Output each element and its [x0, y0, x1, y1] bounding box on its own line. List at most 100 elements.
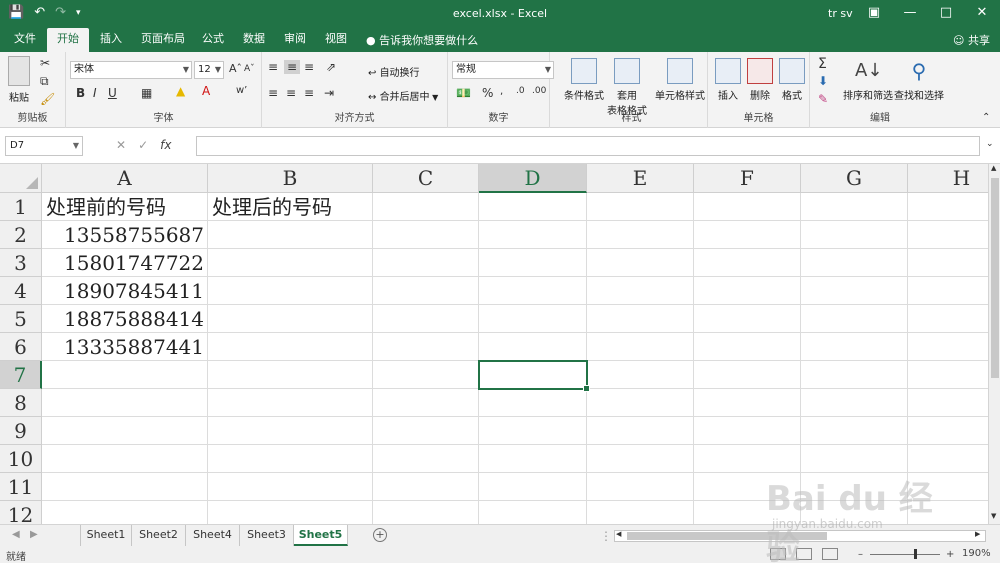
column-header-h[interactable]: H — [908, 164, 988, 193]
align-bottom-icon[interactable]: ≡ — [304, 60, 314, 74]
font-name-select[interactable]: 宋体 ▼ — [70, 61, 192, 79]
tab-review[interactable]: 审阅 — [274, 28, 316, 52]
row-header-11[interactable]: 11 — [0, 473, 42, 501]
column-header-f[interactable]: F — [694, 164, 801, 193]
row-header-6[interactable]: 6 — [0, 333, 42, 361]
close-icon[interactable]: ✕ — [964, 0, 1000, 28]
column-header-c[interactable]: C — [373, 164, 479, 193]
format-cells-button[interactable]: 格式 — [776, 58, 808, 102]
next-sheet-icon[interactable]: ▶ — [30, 529, 38, 540]
sheet-tab-sheet5[interactable]: Sheet5 — [294, 525, 348, 546]
align-right-icon[interactable]: ≡ — [304, 86, 314, 100]
tell-me-search[interactable]: ● 告诉我你想要做什么 — [366, 32, 478, 48]
format-painter-icon[interactable]: 🖌 — [40, 92, 55, 106]
name-box[interactable]: D7 ▼ — [5, 136, 83, 156]
row-header-2[interactable]: 2 — [0, 221, 42, 249]
select-all-corner[interactable] — [0, 164, 42, 193]
cell-b1[interactable]: 处理后的号码 — [212, 193, 372, 221]
expand-formula-bar-icon[interactable]: ⌄ — [986, 139, 994, 149]
comma-style-icon[interactable]: , — [500, 86, 503, 97]
ribbon-display-options-icon[interactable]: ▣ — [856, 0, 892, 28]
font-color-icon[interactable]: A — [202, 84, 210, 98]
minimize-icon[interactable]: — — [892, 0, 928, 28]
align-center-icon[interactable]: ≡ — [286, 86, 296, 100]
row-header-8[interactable]: 8 — [0, 389, 42, 417]
font-size-select[interactable]: 12 ▼ — [194, 61, 224, 79]
fill-icon[interactable]: ⬇ — [818, 74, 828, 88]
merge-center-button[interactable]: ↔ 合并后居中 ▼ — [368, 88, 438, 103]
zoom-level[interactable]: 190% — [962, 548, 991, 559]
delete-cells-button[interactable]: 删除 — [744, 58, 776, 102]
cell-a3[interactable]: 15801747722 — [44, 249, 204, 277]
column-header-b[interactable]: B — [208, 164, 373, 193]
align-middle-icon[interactable]: ≡ — [284, 60, 300, 74]
row-header-9[interactable]: 9 — [0, 417, 42, 445]
scroll-up-icon[interactable]: ▲ — [991, 164, 996, 172]
autosum-icon[interactable]: Σ — [818, 56, 827, 72]
fill-color-icon[interactable]: ▲ — [176, 84, 185, 98]
indent-icon[interactable]: ⇥ — [324, 86, 334, 100]
maximize-icon[interactable]: □ — [928, 0, 964, 28]
tab-insert[interactable]: 插入 — [90, 28, 132, 52]
italic-icon[interactable]: I — [93, 86, 97, 100]
sheet-tab-sheet1[interactable]: Sheet1 — [80, 525, 132, 546]
column-header-d[interactable]: D — [479, 164, 587, 193]
cancel-icon[interactable]: ✕ — [116, 138, 126, 156]
collapse-ribbon-icon[interactable]: ⌃ — [982, 112, 990, 123]
clear-icon[interactable]: ✎ — [818, 92, 828, 106]
tab-split-handle-icon[interactable]: ⋮ — [600, 529, 612, 543]
paste-button[interactable]: 粘贴 — [4, 56, 34, 104]
sheet-tab-sheet3[interactable]: Sheet3 — [240, 525, 294, 546]
insert-cells-button[interactable]: 插入 — [712, 58, 744, 102]
tab-page-layout[interactable]: 页面布局 — [131, 28, 195, 52]
share-button[interactable]: ☺ 共享 — [953, 32, 990, 48]
scroll-down-icon[interactable]: ▼ — [991, 512, 996, 520]
column-header-a[interactable]: A — [42, 164, 208, 193]
row-header-5[interactable]: 5 — [0, 305, 42, 333]
active-cell-d7[interactable] — [478, 360, 590, 392]
cell-a6[interactable]: 13335887441 — [44, 333, 204, 361]
tab-home[interactable]: 开始 — [47, 28, 89, 53]
row-header-7[interactable]: 7 — [0, 361, 42, 389]
cell-a4[interactable]: 18907845411 — [44, 277, 204, 305]
borders-icon[interactable]: ▦ — [141, 86, 152, 100]
decrease-decimal-icon[interactable]: .00 — [532, 86, 546, 96]
copy-icon[interactable]: ⧉ — [40, 74, 49, 89]
add-sheet-icon[interactable]: + — [373, 528, 387, 542]
tab-file[interactable]: 文件 — [4, 28, 46, 52]
vertical-scrollbar[interactable]: ▲ ▼ — [988, 164, 1000, 524]
find-select-button[interactable]: ⚲ 查找和选择 — [894, 58, 944, 102]
bold-icon[interactable]: B — [76, 86, 85, 100]
sort-filter-button[interactable]: A↓ 排序和筛选 — [842, 58, 894, 102]
align-left-icon[interactable]: ≡ — [268, 86, 278, 100]
cell-a5[interactable]: 18875888414 — [44, 305, 204, 333]
row-header-4[interactable]: 4 — [0, 277, 42, 305]
scroll-right-icon[interactable]: ▶ — [975, 530, 980, 538]
scroll-left-icon[interactable]: ◀ — [616, 530, 621, 538]
row-header-10[interactable]: 10 — [0, 445, 42, 473]
row-header-12[interactable]: 12 — [0, 501, 42, 524]
user-name[interactable]: tr sv — [828, 7, 853, 20]
tab-data[interactable]: 数据 — [233, 28, 275, 52]
prev-sheet-icon[interactable]: ◀ — [12, 529, 20, 540]
percent-icon[interactable]: % — [482, 86, 493, 100]
decrease-font-icon[interactable]: Aˇ — [244, 64, 255, 74]
sheet-tab-sheet2[interactable]: Sheet2 — [132, 525, 186, 546]
cell-styles-button[interactable]: 单元格样式 — [652, 58, 708, 102]
increase-decimal-icon[interactable]: .0 — [516, 86, 525, 96]
tab-formulas[interactable]: 公式 — [192, 28, 234, 52]
insert-function-button[interactable]: fx — [160, 138, 171, 156]
sheet-tab-sheet4[interactable]: Sheet4 — [186, 525, 240, 546]
column-header-e[interactable]: E — [587, 164, 694, 193]
align-top-icon[interactable]: ≡ — [268, 60, 278, 74]
phonetic-icon[interactable]: w’ — [236, 85, 247, 96]
cell-a2[interactable]: 13558755687 — [44, 221, 204, 249]
underline-icon[interactable]: U — [108, 86, 117, 100]
cell-a1[interactable]: 处理前的号码 — [46, 193, 206, 221]
number-format-select[interactable]: 常规 ▼ — [452, 61, 554, 79]
orientation-icon[interactable]: ⇗ — [326, 60, 336, 74]
increase-font-icon[interactable]: Aˆ — [229, 62, 242, 75]
vertical-scroll-thumb[interactable] — [991, 178, 999, 378]
column-header-g[interactable]: G — [801, 164, 908, 193]
accounting-format-icon[interactable]: 💵 — [456, 86, 471, 100]
